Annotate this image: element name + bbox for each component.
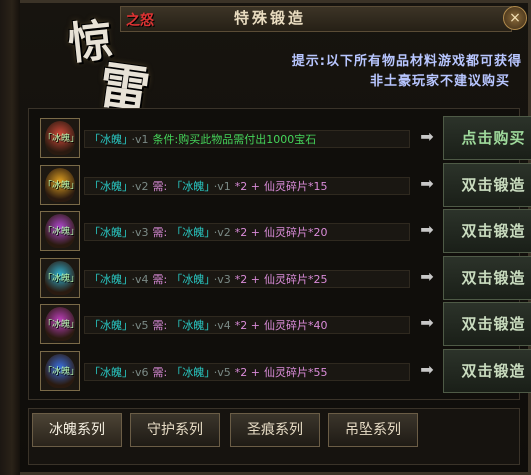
recipe-row: 「冰魄」 「冰魄」 ·v4 需: 「冰魄」 ·v3 *2 + 仙灵碎片*25 ➡ 双击锻造 <box>40 255 531 300</box>
item-slot[interactable]: 「冰魄」 <box>40 164 80 205</box>
required-level: ·v1 <box>213 179 231 193</box>
required-quantity: *2 + <box>234 179 260 193</box>
required-material: 仙灵碎片*55 <box>263 365 328 379</box>
tab-shenghen-series[interactable]: 圣痕系列 <box>230 413 320 447</box>
forge-button[interactable]: 双击锻造 <box>443 162 531 207</box>
required-quantity: *2 + <box>234 365 260 379</box>
item-slot[interactable]: 「冰魄」 <box>40 257 80 298</box>
required-material: 仙灵碎片*25 <box>263 272 328 286</box>
recipe-row: 「冰魄」 「冰魄」 ·v1 条件:购买此物品需付出1000宝石 ➡ 点击购买 <box>40 116 531 160</box>
arrow-right-icon: ➡ <box>420 173 434 193</box>
required-quantity: *2 + <box>234 226 260 239</box>
window-title: 特殊锻造 <box>233 9 306 27</box>
arrow-right-icon: ➡ <box>420 266 434 286</box>
item-slot[interactable]: 「冰魄」 <box>40 304 80 344</box>
item-name: 「冰魄」 <box>89 226 128 239</box>
recipe-description: 「冰魄」 ·v2 需: 「冰魄」 ·v1 *2 + 仙灵碎片*15 <box>84 176 410 195</box>
arrow-right-icon: ➡ <box>420 220 434 239</box>
required-quantity: *2 + <box>234 272 260 286</box>
required-level: ·v5 <box>213 365 231 379</box>
item-slot[interactable]: 「冰魄」 <box>40 118 80 158</box>
requirement-prefix: 需: <box>152 226 168 239</box>
required-level: ·v4 <box>213 319 231 332</box>
required-item: 「冰魄」 <box>171 319 210 332</box>
item-name: 「冰魄」 <box>89 365 128 379</box>
required-item: 「冰魄」 <box>171 272 210 286</box>
item-slot-label: 「冰魄」 <box>43 320 80 330</box>
close-button[interactable]: × <box>503 6 527 30</box>
tab-diaozhui-series[interactable]: 吊坠系列 <box>328 413 418 447</box>
recipe-description: 「冰魄」 ·v3 需: 「冰魄」 ·v2 *2 + 仙灵碎片*20 <box>84 223 410 241</box>
required-level: ·v3 <box>213 272 231 286</box>
requirement-prefix: 需: <box>152 365 168 379</box>
game-logo: 惊 雷 之怒 <box>60 6 170 120</box>
item-slot-label: 「冰魄」 <box>43 366 80 377</box>
tab-shouhu-series[interactable]: 守护系列 <box>130 413 220 447</box>
required-material: 仙灵碎片*40 <box>263 319 328 332</box>
forge-button[interactable]: 双击锻造 <box>443 255 531 300</box>
recipe-row: 「冰魄」 「冰魄」 ·v2 需: 「冰魄」 ·v1 *2 + 仙灵碎片*15 ➡ 双击锻造 <box>40 162 531 207</box>
item-name: 「冰魄」 <box>89 133 128 146</box>
item-level: ·v1 <box>131 133 149 146</box>
item-slot-label: 「冰魄」 <box>43 227 80 237</box>
item-level: ·v3 <box>131 226 149 239</box>
buy-button[interactable]: 点击购买 <box>443 116 531 160</box>
background-strip <box>0 0 20 475</box>
item-name: 「冰魄」 <box>89 179 128 193</box>
tab-binghun-series[interactable]: 冰魄系列 <box>32 413 122 447</box>
item-slot[interactable]: 「冰魄」 <box>40 350 80 391</box>
item-level: ·v4 <box>131 272 149 286</box>
item-name: 「冰魄」 <box>89 319 128 332</box>
recipe-row: 「冰魄」 「冰魄」 ·v6 需: 「冰魄」 ·v5 *2 + 仙灵碎片*55 ➡ 双击锻造 <box>40 348 531 393</box>
required-item: 「冰魄」 <box>171 179 210 193</box>
item-slot-label: 「冰魄」 <box>43 180 80 191</box>
recipe-row: 「冰魄」 「冰魄」 ·v5 需: 「冰魄」 ·v4 *2 + 仙灵碎片*40 ➡ 双击锻造 <box>40 302 531 346</box>
requirement-prefix: 需: <box>152 179 168 193</box>
logo-small-text: 之怒 <box>126 13 154 29</box>
recipe-row: 「冰魄」 「冰魄」 ·v3 需: 「冰魄」 ·v2 *2 + 仙灵碎片*20 ➡ 双击锻造 <box>40 209 531 253</box>
required-material: 仙灵碎片*20 <box>263 226 328 239</box>
notice-line-2: 非土豪玩家不建议购买 <box>369 74 510 89</box>
item-slot-label: 「冰魄」 <box>43 273 80 284</box>
item-level: ·v6 <box>131 365 149 379</box>
required-item: 「冰魄」 <box>171 365 210 379</box>
required-quantity: *2 + <box>234 319 260 332</box>
item-slot-label: 「冰魄」 <box>43 134 80 144</box>
required-material: 仙灵碎片*15 <box>263 179 328 193</box>
arrow-right-icon: ➡ <box>420 127 434 146</box>
recipe-description: 「冰魄」 ·v5 需: 「冰魄」 ·v4 *2 + 仙灵碎片*40 <box>84 316 410 334</box>
item-slot[interactable]: 「冰魄」 <box>40 211 80 251</box>
requirement-prefix: 需: <box>152 272 168 286</box>
arrow-right-icon: ➡ <box>420 313 434 332</box>
notice-line-1: 提示:以下所有物品材料游戏都可获得 <box>291 54 522 69</box>
forge-button[interactable]: 双击锻造 <box>443 302 531 346</box>
item-level: ·v5 <box>131 319 149 332</box>
recipe-description: 「冰魄」 ·v1 条件:购买此物品需付出1000宝石 <box>84 130 410 148</box>
forge-button[interactable]: 双击锻造 <box>443 348 531 393</box>
forge-button[interactable]: 双击锻造 <box>443 209 531 253</box>
recipe-description: 「冰魄」 ·v6 需: 「冰魄」 ·v5 *2 + 仙灵碎片*55 <box>84 362 410 381</box>
required-level: ·v2 <box>213 226 231 239</box>
item-name: 「冰魄」 <box>89 272 128 286</box>
requirement-prefix: 条件:购买此物品需付出1000宝石 <box>152 133 317 146</box>
required-item: 「冰魄」 <box>171 226 210 239</box>
arrow-right-icon: ➡ <box>420 359 434 379</box>
recipe-description: 「冰魄」 ·v4 需: 「冰魄」 ·v3 *2 + 仙灵碎片*25 <box>84 269 410 288</box>
requirement-prefix: 需: <box>152 319 168 332</box>
item-level: ·v2 <box>131 179 149 193</box>
